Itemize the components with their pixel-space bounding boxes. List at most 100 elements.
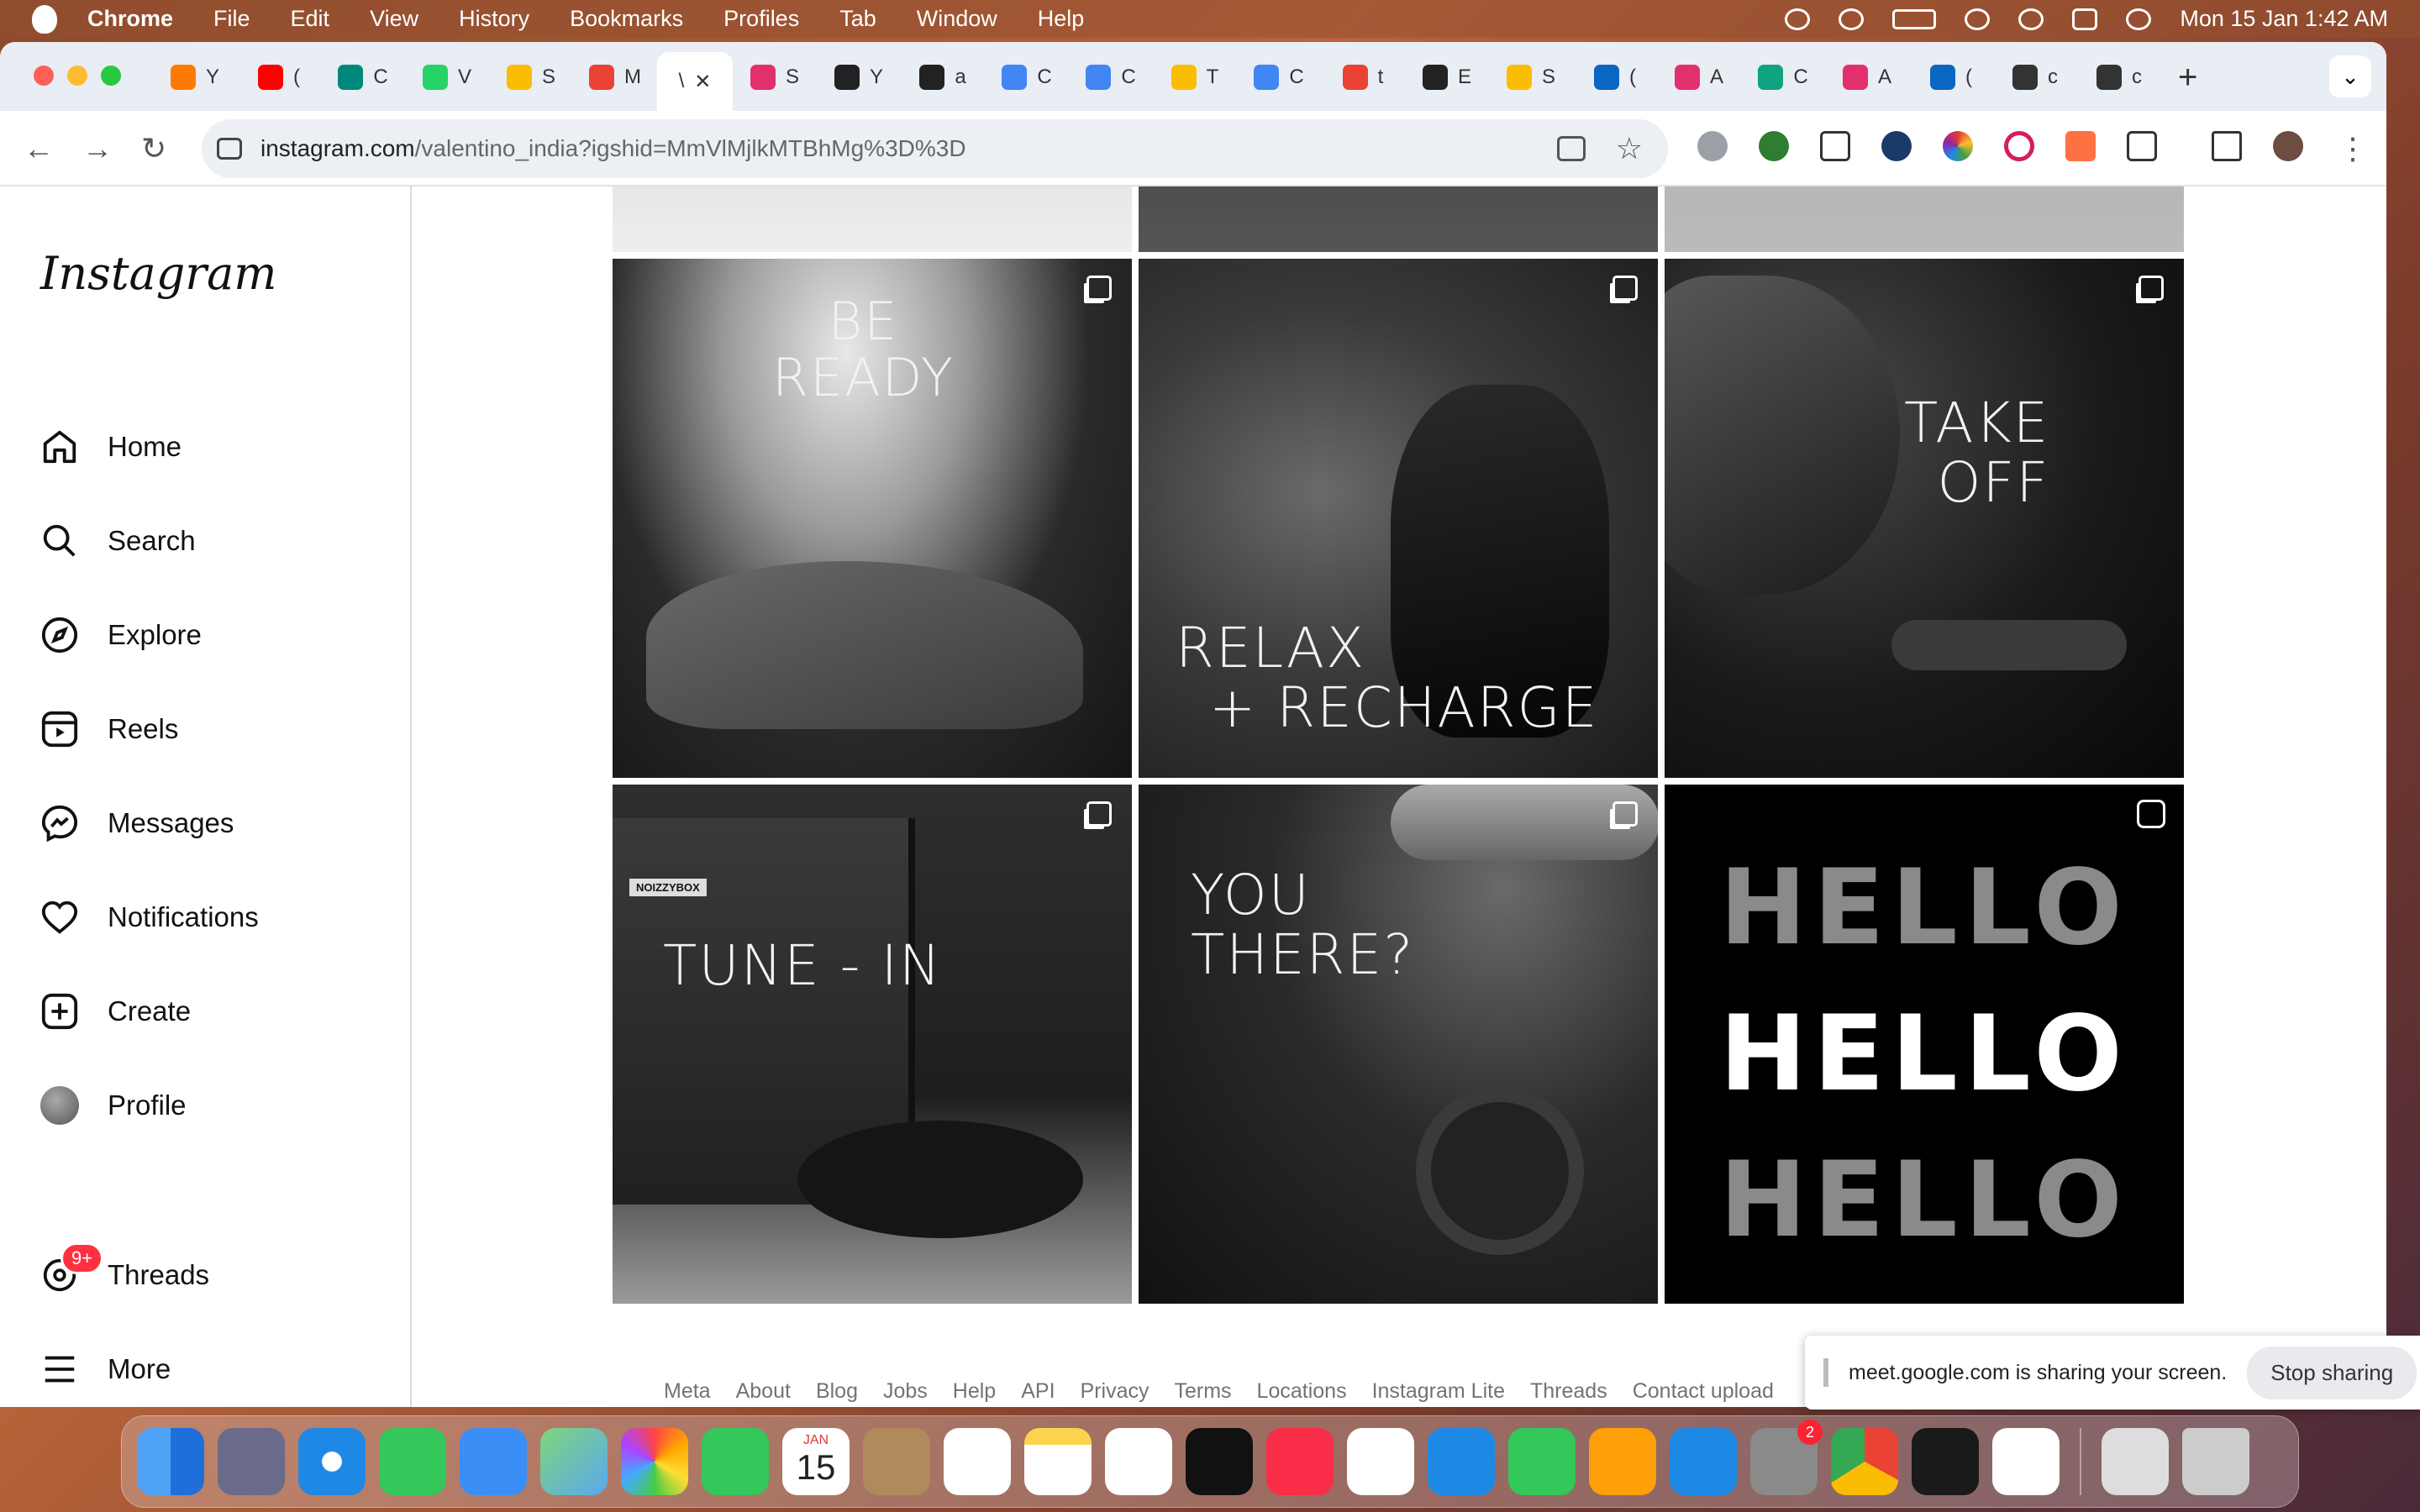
menu-edit[interactable]: Edit [291,6,330,32]
maximize-window-icon[interactable] [101,66,121,86]
browser-tab[interactable]: C [1069,52,1153,102]
menu-file[interactable]: File [213,6,250,32]
back-icon[interactable]: ← [24,131,54,166]
side-panel-icon[interactable] [2212,131,2242,161]
menu-view[interactable]: View [370,6,418,32]
footer-link[interactable]: API [1021,1379,1055,1404]
nav-create[interactable]: Create [40,986,191,1037]
extensions-puzzle-icon[interactable] [2127,131,2157,161]
extension-icon[interactable] [1697,131,1728,161]
menu-profiles[interactable]: Profiles [723,6,799,32]
control-center-icon[interactable] [2072,8,2098,30]
footer-link[interactable]: Threads [1530,1379,1607,1404]
menu-help[interactable]: Help [1038,6,1085,32]
nav-reels[interactable]: Reels [40,704,178,754]
reminders-icon[interactable] [944,1428,1011,1495]
mail-icon[interactable] [460,1428,527,1495]
nav-search[interactable]: Search [40,516,196,566]
post-take-off[interactable]: TAKE OFF [1665,259,2184,778]
app-store-icon[interactable] [1670,1428,1737,1495]
battery-icon[interactable] [1892,8,1937,29]
browser-tab[interactable]: C [321,52,405,102]
menu-history[interactable]: History [459,6,529,32]
browser-tab[interactable]: c [1993,52,2077,102]
trash-icon[interactable] [2182,1428,2249,1495]
facetime-icon[interactable] [702,1428,769,1495]
maps-icon[interactable] [540,1428,608,1495]
new-tab-button[interactable]: + [2178,59,2197,97]
wifi-icon[interactable] [1965,8,1991,30]
calendar-icon[interactable]: JAN 15 [782,1428,850,1495]
safari-icon[interactable] [298,1428,366,1495]
post-tile[interactable] [613,186,1132,252]
footer-link[interactable]: Instagram Lite [1372,1379,1505,1404]
browser-tab[interactable]: T [1153,52,1237,102]
post-tile[interactable] [1665,186,2184,252]
nav-home[interactable]: Home [40,422,182,472]
photos-icon[interactable] [621,1428,688,1495]
stop-sharing-button[interactable]: Stop sharing [2247,1346,2417,1399]
browser-tab[interactable]: C [1237,52,1321,102]
launchpad-icon[interactable] [218,1428,285,1495]
menu-tab[interactable]: Tab [839,6,876,32]
instagram-logo[interactable]: Instagram [40,247,277,300]
siri-icon[interactable] [2126,8,2152,30]
browser-tab[interactable]: M [573,52,657,102]
reload-icon[interactable]: ↻ [141,131,166,166]
footer-link[interactable]: Help [953,1379,996,1404]
minimize-window-icon[interactable] [67,66,87,86]
chrome-icon[interactable] [1831,1428,1898,1495]
menu-bookmarks[interactable]: Bookmarks [570,6,683,32]
tab-search-icon[interactable]: ⌄ [2329,55,2371,97]
post-be-ready[interactable]: BE READY [613,259,1132,778]
browser-tab[interactable]: Y [153,52,237,102]
footer-link[interactable]: Privacy [1081,1379,1150,1404]
terminal-icon[interactable] [1912,1428,1979,1495]
footer-link[interactable]: Terms [1174,1379,1231,1404]
spotlight-search-icon[interactable] [2018,8,2044,30]
extension-chat-icon[interactable] [1881,131,1912,161]
apple-tv-icon[interactable] [1186,1428,1253,1495]
browser-tab[interactable]: S [1489,52,1573,102]
nav-threads[interactable]: 9+ Threads [40,1242,209,1300]
footer-link[interactable]: Jobs [883,1379,928,1404]
system-settings-icon[interactable]: 2 [1750,1420,1823,1495]
browser-tab[interactable]: a [901,52,985,102]
browser-tab[interactable]: S [489,52,573,102]
browser-tab[interactable]: A [1825,52,1909,102]
footer-link[interactable]: Locations [1257,1379,1347,1404]
extension-formula-icon[interactable] [1820,131,1850,161]
browser-tab[interactable]: ( [1573,52,1657,102]
finder-icon[interactable] [137,1428,204,1495]
numbers-icon[interactable] [1508,1428,1576,1495]
music-icon[interactable] [1266,1428,1334,1495]
footer-link[interactable]: Contact upload [1633,1379,1774,1404]
browser-tab[interactable]: E [1405,52,1489,102]
extension-capture-icon[interactable] [2004,131,2034,161]
nav-notifications[interactable]: Notifications [40,892,259,942]
menu-window[interactable]: Window [917,6,997,32]
post-relax-recharge[interactable]: RELAX + RECHARGE [1139,259,1658,778]
post-you-there[interactable]: YOU THERE? [1139,785,1658,1304]
freeform-icon[interactable] [1105,1428,1172,1495]
tab-active[interactable]: \ ✕ [657,52,733,111]
zip-file-icon[interactable] [2102,1428,2169,1495]
user-status-icon[interactable] [1839,8,1865,30]
contacts-icon[interactable] [863,1428,930,1495]
url-text[interactable]: instagram.com/valentino_india?igshid=MmV… [260,135,1557,162]
extension-color-icon[interactable] [1943,131,1973,161]
nav-messages[interactable]: Messages [40,798,234,848]
messages-icon[interactable] [379,1428,446,1495]
instruments-icon[interactable] [1347,1428,1414,1495]
keynote-icon[interactable] [1428,1428,1495,1495]
browser-tab[interactable]: S [733,52,817,102]
menu-app-name[interactable]: Chrome [87,6,173,32]
nav-profile[interactable]: Profile [40,1080,187,1131]
post-hello-reel[interactable]: HELLO HELLO HELLO [1665,785,2184,1304]
drag-handle-icon[interactable] [1823,1358,1828,1387]
browser-tab[interactable]: ( [237,52,321,102]
site-info-icon[interactable] [217,138,242,160]
install-app-icon[interactable] [1556,136,1586,161]
browser-tab[interactable]: V [405,52,489,102]
bookmark-star-icon[interactable]: ☆ [1616,131,1643,166]
